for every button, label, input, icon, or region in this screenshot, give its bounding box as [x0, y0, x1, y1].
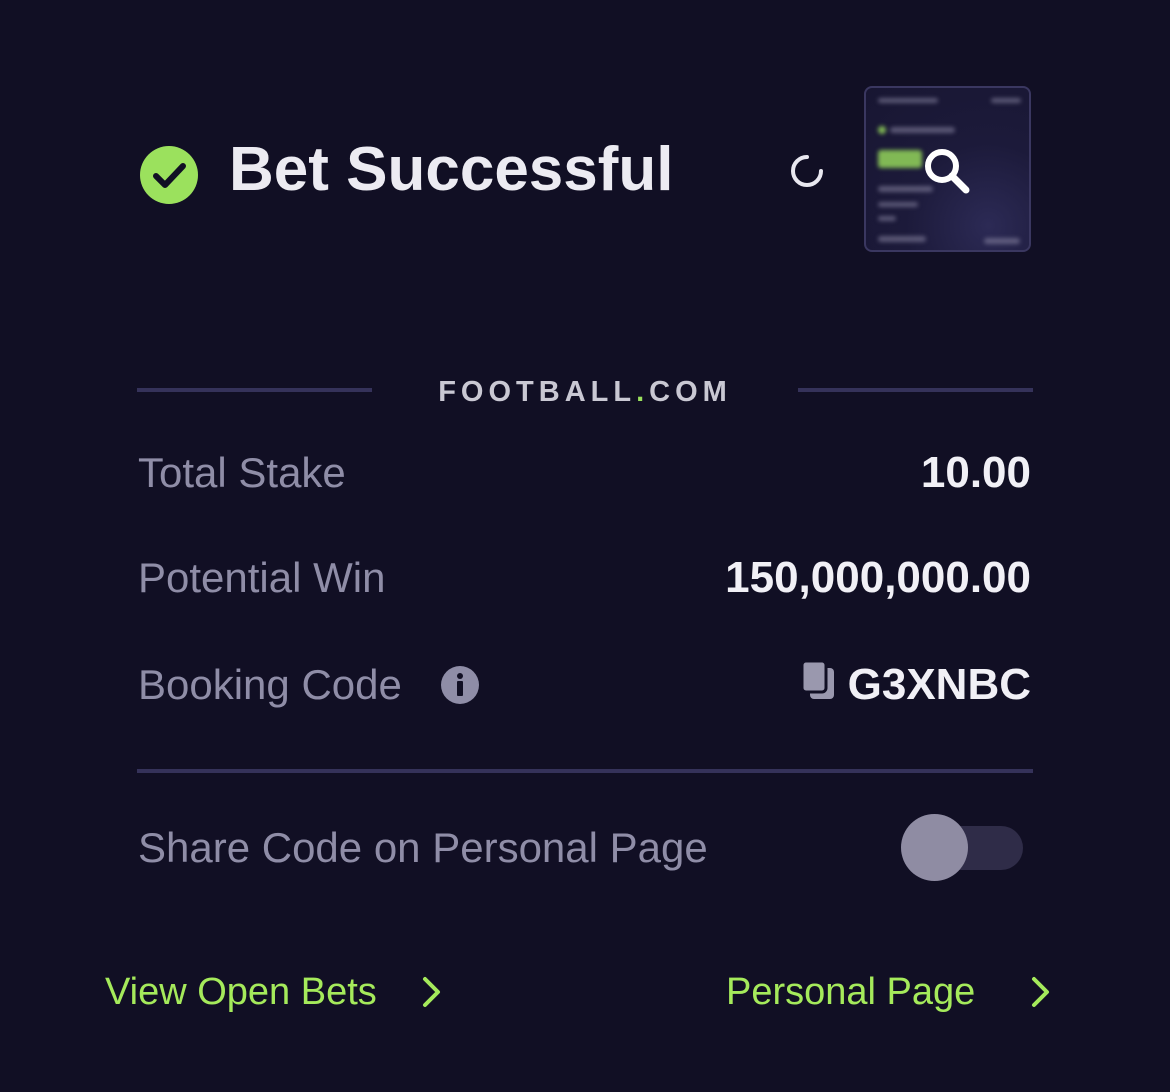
- chevron-right-icon[interactable]: [1030, 975, 1052, 1009]
- divider-right: [798, 388, 1033, 392]
- total-stake-value: 10.00: [920, 448, 1031, 497]
- page-title: Bet Successful: [229, 135, 674, 204]
- section-divider: [137, 769, 1033, 773]
- total-stake-label: Total Stake: [138, 449, 346, 496]
- view-open-bets-link[interactable]: View Open Bets: [105, 968, 377, 1016]
- share-code-label: Share Code on Personal Page: [138, 824, 708, 871]
- chevron-right-icon[interactable]: [421, 975, 443, 1009]
- booking-code-label: Booking Code: [138, 661, 402, 708]
- potential-win-value: 150,000,000.00: [725, 553, 1031, 602]
- search-icon: [925, 149, 970, 194]
- brand-name-suffix: COM: [649, 376, 732, 408]
- personal-page-link[interactable]: Personal Page: [726, 968, 975, 1016]
- info-icon[interactable]: [441, 666, 479, 704]
- refresh-icon[interactable]: [788, 152, 826, 190]
- booking-code-value[interactable]: G3XNBC: [848, 659, 1031, 711]
- check-circle-icon: [140, 146, 198, 204]
- brand-name-prefix: FOOTBALL: [438, 376, 637, 408]
- copy-icon[interactable]: [801, 660, 835, 700]
- potential-win-label: Potential Win: [138, 554, 386, 601]
- bet-slip-thumbnail[interactable]: [864, 86, 1031, 252]
- toggle-knob[interactable]: [901, 814, 968, 881]
- brand-dot: .: [636, 376, 650, 408]
- brand-logo: FOOTBALL.COM: [372, 372, 798, 412]
- divider-left: [137, 388, 372, 392]
